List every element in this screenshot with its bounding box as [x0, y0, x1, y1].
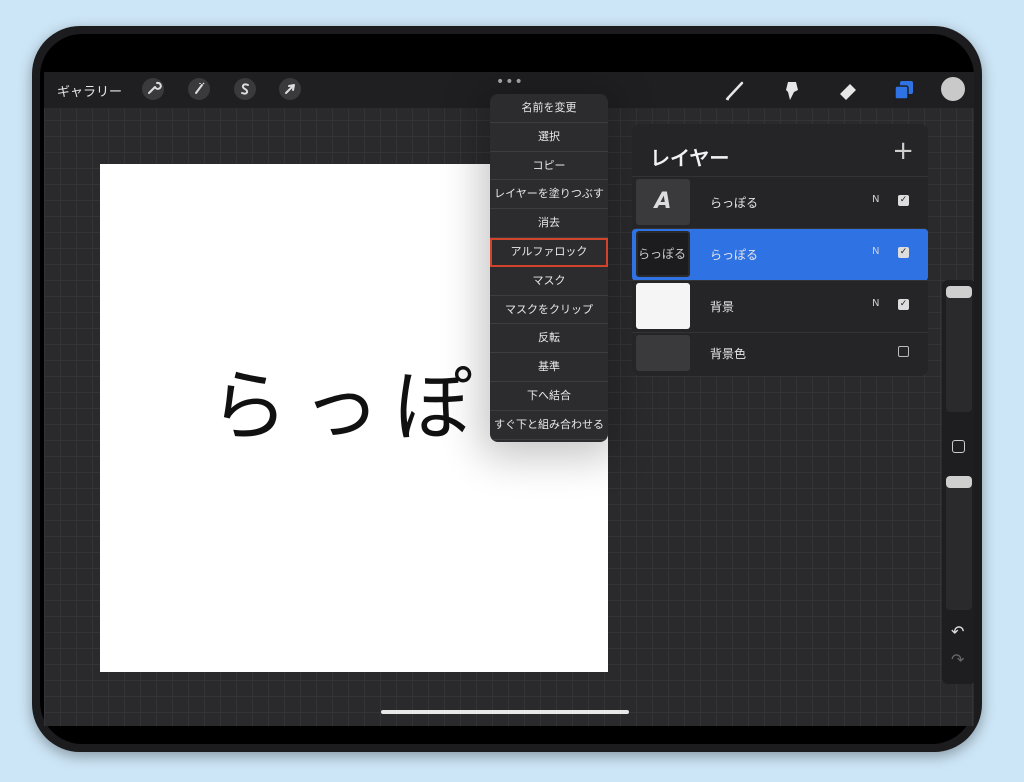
procreate-screen: ギャラリー ••• らっぽる 名前を変更 選択 コピー レイヤーを塗りつぶす 消…: [44, 72, 974, 726]
undo-icon[interactable]: ↶: [951, 622, 964, 641]
side-toolbar: ↶ ↷: [942, 280, 974, 684]
redo-icon[interactable]: ↷: [951, 650, 964, 669]
opacity-slider[interactable]: [946, 476, 972, 610]
layer-thumbnail: [636, 283, 690, 329]
layers-panel-title: レイヤー: [650, 146, 730, 170]
layers-panel: レイヤー + A らっぽる N ✓ らっぽる らっぽる N ✓ 背景 N ✓ 背…: [632, 124, 928, 376]
menu-item-alpha-lock[interactable]: アルファロック: [490, 237, 608, 267]
eyedropper-square-icon[interactable]: [952, 440, 965, 453]
brush-size-handle[interactable]: [946, 286, 972, 298]
layer-row-selected[interactable]: らっぽる らっぽる N ✓: [632, 228, 928, 281]
menu-item-copy[interactable]: コピー: [490, 152, 608, 181]
menu-item-clipping-mask[interactable]: マスクをクリップ: [490, 296, 608, 325]
smudge-icon[interactable]: [780, 78, 804, 102]
arrow-cursor-icon[interactable]: [279, 78, 301, 100]
color-picker-button[interactable]: [941, 77, 965, 101]
gallery-button[interactable]: ギャラリー: [57, 81, 122, 100]
layer-blend-mode[interactable]: N: [872, 194, 879, 205]
layer-name: 背景: [710, 300, 735, 314]
layer-visibility-checkbox[interactable]: ✓: [898, 247, 909, 258]
menu-item-reference[interactable]: 基準: [490, 353, 608, 382]
selection-s-icon[interactable]: [234, 78, 256, 100]
layer-thumbnail: らっぽる: [636, 231, 690, 277]
menu-item-select[interactable]: 選択: [490, 123, 608, 152]
home-indicator[interactable]: [381, 710, 629, 714]
menu-item-combine-down[interactable]: すぐ下と組み合わせる: [490, 411, 608, 440]
layers-icon[interactable]: [892, 78, 916, 102]
menu-item-clear[interactable]: 消去: [490, 209, 608, 238]
layer-blend-mode[interactable]: N: [872, 298, 879, 309]
layer-row-background-color[interactable]: 背景色: [632, 332, 928, 377]
layer-thumbnail: [636, 335, 690, 371]
magic-wand-icon[interactable]: [188, 78, 210, 100]
layer-name: 背景色: [710, 347, 747, 361]
layer-options-menu: 名前を変更 選択 コピー レイヤーを塗りつぶす 消去 アルファロック マスク マ…: [490, 94, 608, 442]
layer-name: らっぽる: [710, 248, 759, 262]
brush-size-slider[interactable]: [946, 286, 972, 412]
layer-thumbnail: A: [636, 179, 690, 225]
brush-icon[interactable]: [724, 78, 748, 102]
layer-row[interactable]: 背景 N ✓: [632, 280, 928, 333]
opacity-handle[interactable]: [946, 476, 972, 488]
add-layer-button[interactable]: +: [892, 136, 914, 166]
ipad-device: ギャラリー ••• らっぽる 名前を変更 選択 コピー レイヤーを塗りつぶす 消…: [32, 26, 982, 752]
menu-item-fill-layer[interactable]: レイヤーを塗りつぶす: [490, 180, 608, 210]
more-options-icon[interactable]: •••: [496, 74, 524, 90]
device-bezel: ギャラリー ••• らっぽる 名前を変更 選択 コピー レイヤーを塗りつぶす 消…: [40, 34, 974, 744]
layer-visibility-checkbox[interactable]: ✓: [898, 195, 909, 206]
menu-item-merge-down[interactable]: 下へ結合: [490, 382, 608, 411]
layer-visibility-checkbox[interactable]: ✓: [898, 299, 909, 310]
layer-blend-mode[interactable]: N: [872, 246, 879, 257]
layer-row[interactable]: A らっぽる N ✓: [632, 176, 928, 229]
layer-name: らっぽる: [710, 196, 759, 210]
menu-item-rename[interactable]: 名前を変更: [490, 94, 608, 123]
wrench-icon[interactable]: [142, 78, 164, 100]
menu-item-invert[interactable]: 反転: [490, 324, 608, 354]
menu-item-mask[interactable]: マスク: [490, 267, 608, 296]
eraser-icon[interactable]: [836, 78, 860, 102]
layer-visibility-checkbox[interactable]: [898, 346, 909, 357]
